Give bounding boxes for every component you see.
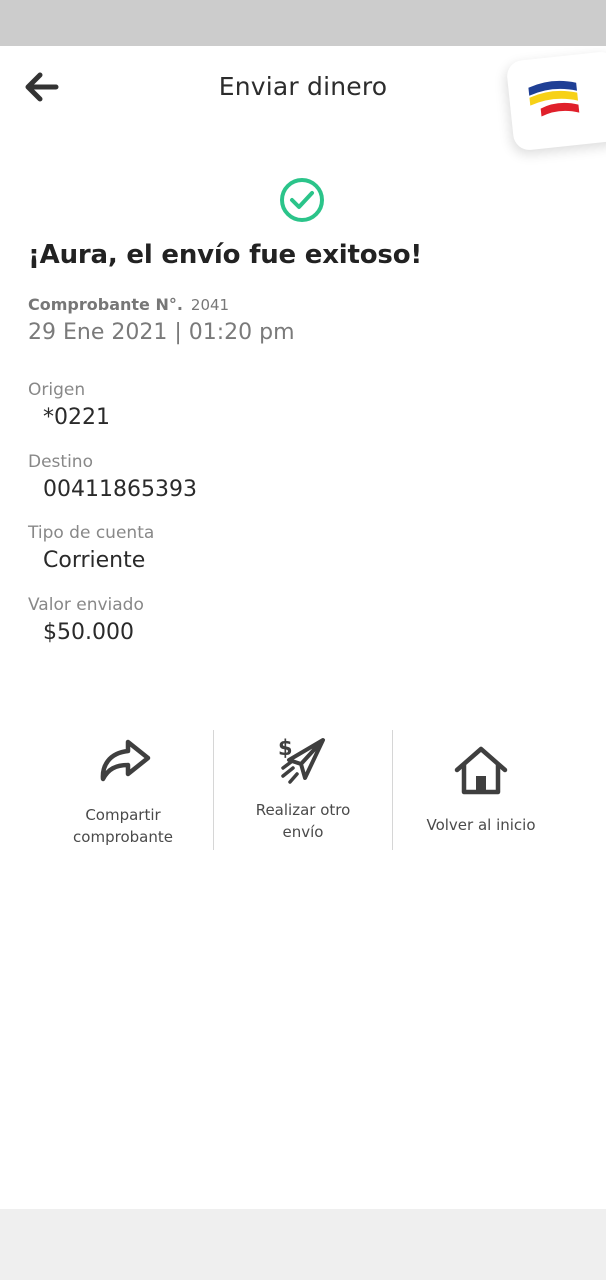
new-transfer-label-line1: Realizar otro <box>255 801 351 819</box>
bank-logo-flag-icon <box>528 80 580 117</box>
system-navigation-bar <box>0 1209 606 1280</box>
receipt-number: 2041 <box>190 296 230 314</box>
receipt-datetime: 29 Ene 2021 | 01:20 pm <box>28 320 295 345</box>
destination-label: Destino <box>28 452 93 472</box>
new-transfer-label-line2: envío <box>282 823 324 841</box>
check-circle-icon <box>280 178 324 222</box>
success-headline: ¡Aura, el envío fue exitoso! <box>28 240 423 270</box>
amount-value: $50.000 <box>43 620 134 645</box>
origin-value: *0221 <box>43 405 110 430</box>
go-home-button[interactable]: Volver al inicio <box>392 730 570 852</box>
destination-value: 00411865393 <box>43 477 197 502</box>
origin-label: Origen <box>28 380 86 400</box>
amount-label: Valor enviado <box>28 595 144 615</box>
go-home-label: Volver al inicio <box>426 816 536 834</box>
share-label-line1: Compartir <box>85 806 161 824</box>
receipt-label: Comprobante N°. <box>28 295 183 314</box>
home-icon <box>454 746 508 795</box>
share-label-line2: comprobante <box>73 828 173 846</box>
status-bar <box>0 0 606 46</box>
share-receipt-button[interactable]: Compartir comprobante <box>34 730 212 852</box>
new-transfer-button[interactable]: $ Realizar otro envío <box>214 730 392 852</box>
account-type-label: Tipo de cuenta <box>28 523 155 543</box>
account-type-value: Corriente <box>43 548 146 573</box>
action-bar: Compartir comprobante $ Realizar otro en… <box>34 730 570 852</box>
send-money-icon: $ <box>278 736 325 784</box>
bank-logo <box>505 50 606 152</box>
share-icon <box>100 739 151 782</box>
receipt-row: Comprobante N°. 2041 <box>28 295 229 314</box>
svg-text:$: $ <box>278 736 293 760</box>
